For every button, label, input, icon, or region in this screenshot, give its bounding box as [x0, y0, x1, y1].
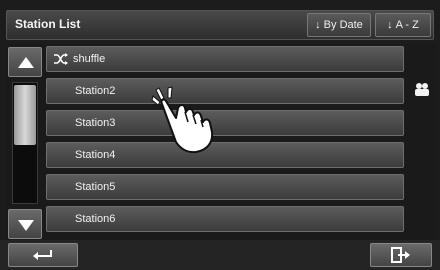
back-arrow-icon [33, 250, 52, 260]
touch-hand-icon [151, 86, 214, 154]
scroll-thumb[interactable] [14, 85, 36, 145]
list-item-label: Station3 [75, 117, 116, 129]
list-item[interactable]: Station6 [46, 206, 404, 232]
scroll-down-button[interactable] [8, 209, 42, 239]
screen-frame: Station List ↓ By Date ↓ A - Z shuffle S… [0, 0, 440, 270]
page-title: Station List [15, 17, 81, 31]
list-item-label: Station6 [75, 213, 116, 225]
exit-button[interactable] [370, 243, 432, 267]
title-bar: Station List ↓ By Date ↓ A - Z [6, 10, 434, 40]
bottom-bar [0, 240, 440, 270]
scroll-up-button[interactable] [8, 47, 42, 77]
list-item[interactable]: Station5 [46, 174, 404, 200]
list-item-label: Station5 [75, 181, 116, 193]
list-item-label: shuffle [73, 53, 106, 65]
sort-by-date-label: By Date [323, 19, 363, 31]
sort-az-label: A - Z [395, 19, 419, 31]
sort-by-date-button[interactable]: ↓ By Date [307, 13, 371, 37]
scrollbar[interactable] [8, 44, 42, 239]
list-item-label: Station2 [75, 85, 116, 97]
list-item-shuffle[interactable]: shuffle [46, 46, 404, 72]
back-button[interactable] [8, 243, 78, 267]
sort-arrow-icon: ↓ [315, 19, 321, 31]
scroll-down-icon [18, 220, 34, 231]
sort-az-button[interactable]: ↓ A - Z [375, 13, 431, 37]
exit-icon [391, 247, 410, 263]
scroll-up-icon [18, 57, 34, 68]
shuffle-icon [54, 53, 68, 65]
sort-arrow-icon: ↓ [387, 19, 393, 31]
scroll-track[interactable] [12, 82, 38, 204]
list-item-label: Station4 [75, 149, 116, 161]
people-icon[interactable] [414, 82, 430, 96]
